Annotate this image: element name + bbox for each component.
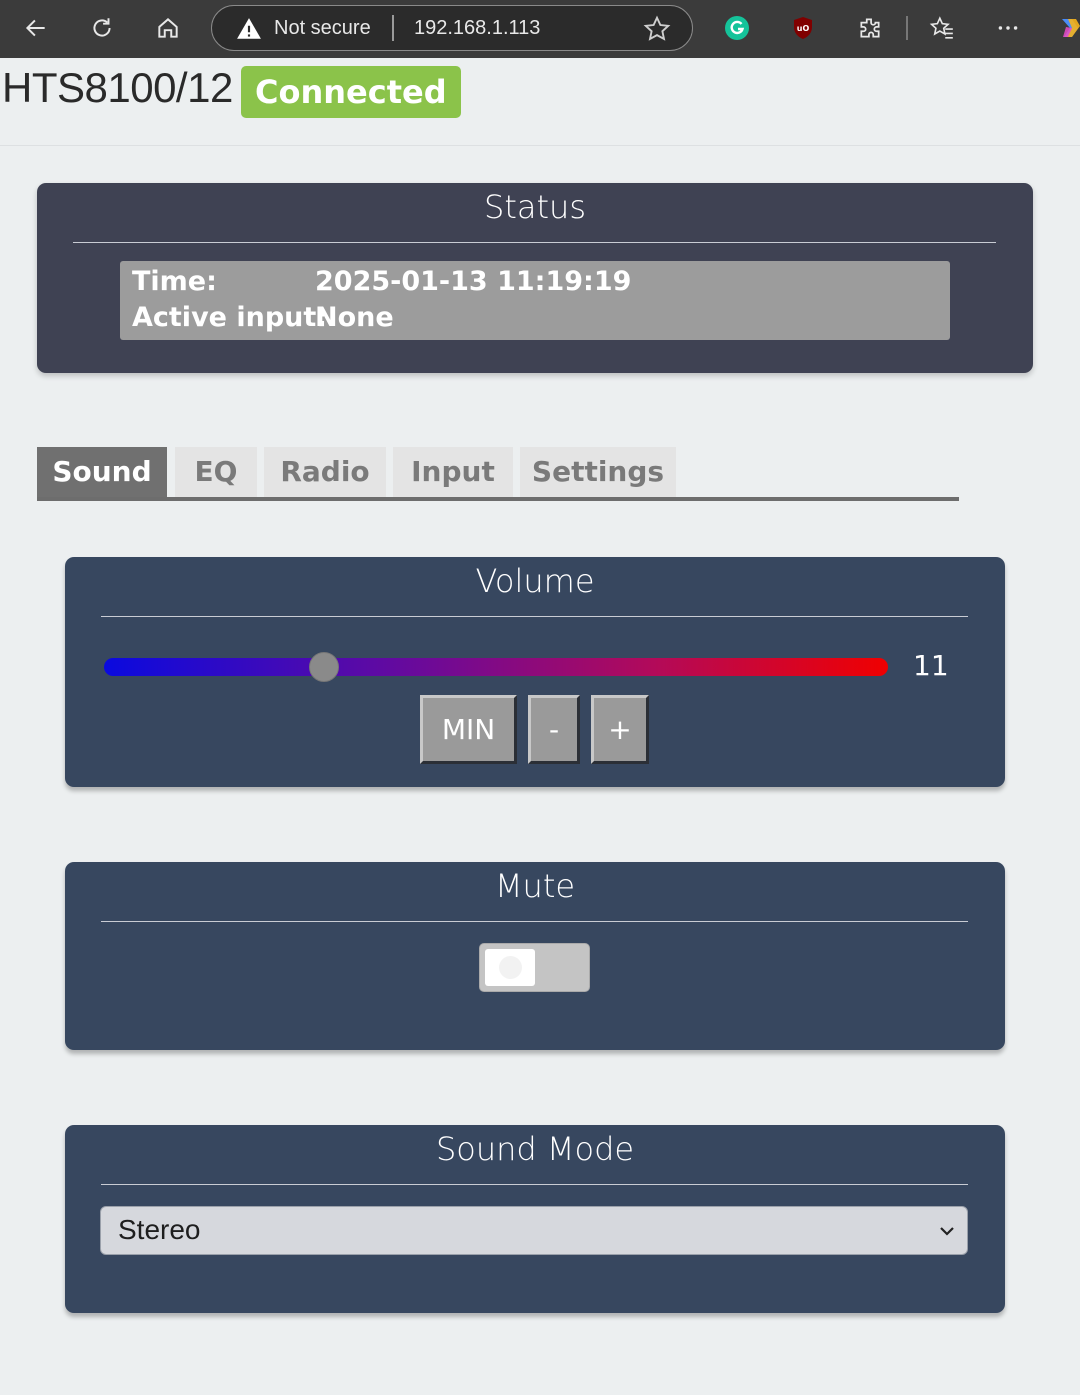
tab-eq[interactable]: EQ [175,447,257,497]
page-header: HTS8100/12 Connected [0,58,1080,146]
sound-mode-selected: Stereo [118,1214,201,1245]
back-arrow-icon[interactable] [16,8,56,48]
volume-down-button[interactable]: - [528,695,580,764]
volume-slider[interactable] [104,658,888,676]
sound-mode-divider [101,1184,968,1185]
url-text[interactable]: 192.168.1.113 [414,17,540,40]
star-icon[interactable] [642,14,672,44]
mute-title: Mute [494,867,576,905]
sound-mode-card: Sound Mode Stereo [65,1125,1005,1313]
tab-input[interactable]: Input [393,447,513,497]
sound-mode-title: Sound Mode [435,1130,635,1168]
browser-toolbar: Not secure 192.168.1.113 uO [0,0,1080,58]
volume-value: 11 [913,649,949,682]
address-bar[interactable]: Not secure 192.168.1.113 [211,5,693,51]
mute-card: Mute [65,862,1005,1050]
mute-divider [101,921,968,922]
volume-slider-thumb[interactable] [308,652,339,682]
svg-text:uO: uO [797,24,810,33]
status-card: Status Time: 2025-01-13 11:19:19 Active … [37,183,1033,373]
security-label[interactable]: Not secure [274,17,371,40]
ublock-icon[interactable]: uO [783,8,823,48]
address-divider [392,15,394,41]
warning-icon[interactable] [236,16,262,42]
volume-divider [101,616,968,617]
volume-min-button[interactable]: MIN [420,695,517,764]
active-input-value: None [315,302,394,333]
volume-up-button[interactable]: + [591,695,649,764]
mute-toggle[interactable] [479,943,590,992]
device-name: HTS8100/12 [2,64,233,111]
volume-title: Volume [475,562,595,600]
sound-mode-select[interactable]: Stereo [100,1206,968,1255]
home-icon[interactable] [148,8,188,48]
tab-radio[interactable]: Radio [264,447,386,497]
volume-card: Volume 11 MIN - + [65,557,1005,787]
status-title: Status [484,188,586,226]
grammarly-icon[interactable] [717,8,757,48]
status-info-box: Time: 2025-01-13 11:19:19 Active input: … [120,261,950,340]
copilot-icon[interactable] [1050,8,1080,48]
tab-bar: Sound EQ Radio Input Settings [37,447,959,501]
tab-settings[interactable]: Settings [520,447,676,497]
more-icon[interactable] [988,8,1028,48]
connection-status-badge: Connected [241,66,461,118]
favorites-icon[interactable] [922,8,962,48]
refresh-icon[interactable] [82,8,122,48]
chevron-down-icon [940,1227,954,1236]
status-divider [73,242,996,243]
time-label: Time: [132,266,217,297]
active-input-label: Active input: [132,302,328,333]
extensions-icon[interactable] [850,8,890,48]
time-value: 2025-01-13 11:19:19 [315,266,632,297]
tab-sound[interactable]: Sound [37,447,167,497]
mute-toggle-knob[interactable] [485,949,535,986]
toolbar-divider [906,16,908,40]
